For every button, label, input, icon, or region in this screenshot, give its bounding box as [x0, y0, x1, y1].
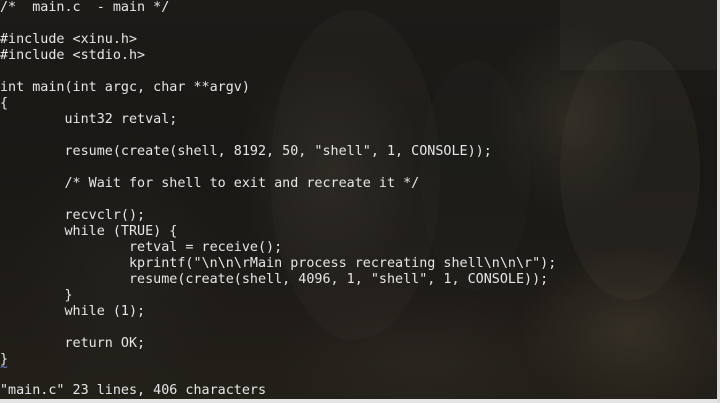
status-line: "main.c" 23 lines, 406 characters [0, 383, 267, 398]
terminal-window[interactable]: /* main.c - main */ #include <xinu.h> #i… [0, 0, 720, 403]
code-line: resume(create(shell, 8192, 50, "shell", … [0, 144, 492, 159]
code-line: } [0, 288, 73, 303]
code-line: while (1); [0, 304, 146, 319]
code-line: /* main.c - main */ [0, 0, 170, 15]
code-line: while (TRUE) { [0, 224, 178, 239]
code-line: uint32 retval; [0, 112, 178, 127]
wallpaper-tree [560, 40, 700, 300]
code-line: recvclr(); [0, 208, 146, 223]
wallpaper-sky [560, 0, 720, 70]
editor-buffer[interactable]: /* main.c - main */ #include <xinu.h> #i… [0, 0, 556, 368]
window-bottom-border [0, 399, 720, 403]
code-line: { [0, 96, 9, 111]
code-line: #include <xinu.h> [0, 32, 138, 47]
empty-line-marker: ~ [0, 360, 8, 375]
code-line: kprintf("\n\n\rMain process recreating s… [0, 256, 557, 271]
code-line: int main(int argc, char **argv) [0, 80, 250, 95]
code-line: resume(create(shell, 4096, 1, "shell", 1… [0, 272, 549, 287]
code-line: } [0, 352, 9, 367]
code-line: /* Wait for shell to exit and recreate i… [0, 176, 420, 191]
code-line: return OK; [0, 336, 146, 351]
code-line: #include <stdio.h> [0, 48, 146, 63]
code-line: retval = receive(); [0, 240, 283, 255]
